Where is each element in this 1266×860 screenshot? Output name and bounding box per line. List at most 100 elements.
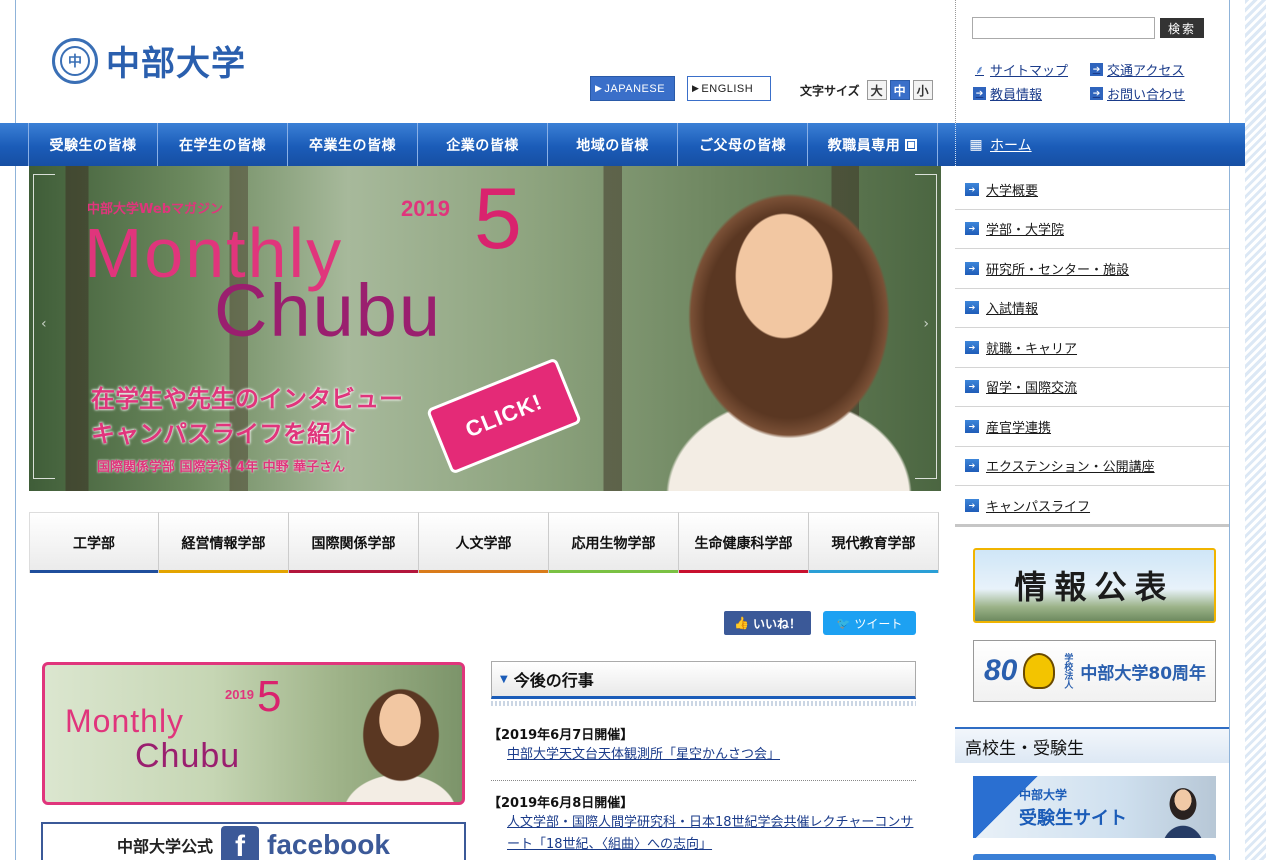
side-item-research[interactable]: ➔ 研究所・センター・施設 — [955, 249, 1229, 289]
facebook-icon: f — [221, 825, 260, 860]
mascot-icon — [1023, 653, 1056, 689]
arrow-right-icon: ➔ — [973, 87, 986, 100]
sitemap-link[interactable]: ⸙ サイトマップ — [973, 60, 1068, 79]
monthly-chubu-banner[interactable]: 2019 5 Monthly Chubu — [42, 662, 465, 805]
like-label: いいね！ — [752, 616, 801, 631]
exam-banner-line1: 中部大学 — [1019, 788, 1068, 802]
arrow-right-icon: ▶ — [595, 83, 603, 93]
faculty-health[interactable]: 生命健康科学部 — [679, 512, 809, 573]
hero-banner[interactable]: ‹ › 中部大学Webマガジン 2019 5 Monthly Chubu 在学生… — [29, 166, 941, 491]
event-separator — [491, 780, 916, 781]
faculty-label: 経営情報学部 — [181, 536, 266, 552]
side-item-campus-life[interactable]: ➔ キャンパスライフ — [955, 486, 1229, 526]
facebook-wordmark: facebook — [267, 828, 390, 860]
side-item-admissions[interactable]: ➔ 入試情報 — [955, 289, 1229, 328]
anniversary-number: 80 — [984, 654, 1018, 687]
side-item-faculties[interactable]: ➔ 学部・大学院 — [955, 210, 1229, 249]
font-size-small-button[interactable]: 小 — [912, 80, 933, 100]
university-crest-icon: 中 — [52, 37, 98, 84]
gnav-students[interactable]: 在学生の皆様 — [158, 123, 288, 166]
side-item-extension[interactable]: ➔ エクステンション・公開講座 — [955, 447, 1229, 486]
faculty-label: 人文学部 — [455, 536, 512, 552]
font-size-label: 文字サイズ — [800, 83, 860, 98]
gnav-parents[interactable]: ご父母の皆様 — [678, 123, 808, 166]
gnav-staff-label: 教職員専用 — [827, 137, 901, 154]
sitemap-icon: ⸙ — [974, 63, 984, 77]
side-item-career[interactable]: ➔ 就職・キャリア — [955, 328, 1229, 368]
events-title: 今後の行事 — [513, 671, 594, 690]
triangle-down-icon: ▼ — [500, 673, 508, 685]
home-label: ホーム — [990, 137, 1032, 154]
faculty-education[interactable]: 現代教育学部 — [809, 512, 939, 573]
hero-issue: 5 — [474, 171, 522, 267]
side-item-industry[interactable]: ➔ 産官学連携 — [955, 407, 1229, 447]
side-item-label: キャンパスライフ — [986, 500, 1091, 516]
twitter-bird-icon: 🐦 — [836, 616, 851, 630]
gnav-community[interactable]: 地域の皆様 — [548, 123, 678, 166]
gnav-companies[interactable]: 企業の皆様 — [418, 123, 548, 166]
faculty-bioscience[interactable]: 応用生物学部 — [549, 512, 679, 573]
access-link[interactable]: ➔ 交通アクセス — [1090, 60, 1184, 79]
facebook-like-button[interactable]: 👍 いいね！ — [724, 611, 811, 635]
font-size-medium-button[interactable]: 中 — [889, 80, 910, 100]
crest-center: 中 — [60, 45, 90, 76]
faculty-humanities[interactable]: 人文学部 — [419, 512, 549, 573]
university-logo[interactable]: 中 中部大学 — [52, 36, 246, 85]
search-input[interactable] — [972, 17, 1155, 39]
mini-issue: 5 — [257, 672, 282, 721]
tweet-button[interactable]: 🐦 ツイート — [823, 611, 916, 635]
facebook-banner[interactable]: 中部大学公式 f facebook — [41, 822, 466, 860]
faculty-color-bar — [159, 570, 288, 573]
chevron-left-icon[interactable]: ‹ — [41, 316, 47, 332]
faculty-engineering[interactable]: 工学部 — [29, 512, 159, 573]
event-link[interactable]: 中部大学天文台天体観測所「星空かんさつ会」 — [507, 744, 917, 766]
arrow-right-icon: ➔ — [965, 419, 979, 433]
faculty-color-bar — [679, 570, 808, 573]
arrow-right-icon: ➔ — [965, 222, 979, 236]
hero-catch-line1: 在学生や先生のインタビュー — [91, 384, 403, 413]
mini-title-line2: Chubu — [135, 737, 241, 775]
faculty-info-label: 教員情報 — [990, 88, 1043, 103]
faculty-color-bar — [30, 570, 158, 573]
side-item-overview[interactable]: ➔ 大学概要 — [955, 170, 1229, 210]
faculty-color-bar — [809, 570, 938, 573]
exam-site-banner[interactable]: 中部大学 受験生サイト — [973, 776, 1216, 838]
faculty-management[interactable]: 経営情報学部 — [159, 512, 289, 573]
font-size-large-button[interactable]: 大 — [866, 80, 887, 100]
anniversary-banner[interactable]: 80 学校法人 中部大学80周年 — [973, 640, 1216, 702]
faculty-label: 応用生物学部 — [571, 536, 656, 552]
faculty-info-link[interactable]: ➔ 教員情報 — [973, 84, 1042, 103]
gnav-staff[interactable]: 教職員専用 ■ — [808, 123, 938, 166]
events-header-stripe — [491, 701, 916, 706]
arrow-right-icon: ➔ — [965, 340, 979, 354]
next-banner-edge — [973, 854, 1216, 860]
global-nav: 受験生の皆様 在学生の皆様 卒業生の皆様 企業の皆様 地域の皆様 ご父母の皆様 … — [0, 123, 1245, 166]
arrow-right-icon: ➔ — [965, 182, 979, 196]
events-header: ▼ 今後の行事 — [491, 661, 916, 699]
contact-link[interactable]: ➔ お問い合わせ — [1090, 84, 1185, 103]
japanese-button[interactable]: ▶ JAPANESE — [590, 76, 675, 101]
header-divider — [955, 0, 956, 123]
side-item-label: 就職・キャリア — [986, 341, 1078, 357]
english-button[interactable]: ▶ ENGLISH — [687, 76, 771, 101]
hero-person-label: 国際関係学部 国際学科 4年 中野 華子さん — [97, 460, 346, 475]
gnav-home[interactable]: ▦ ホーム — [955, 123, 1230, 166]
section-heading-applicants: 高校生・受験生 — [955, 727, 1229, 763]
side-item-label: 研究所・センター・施設 — [986, 262, 1130, 278]
side-item-international[interactable]: ➔ 留学・国際交流 — [955, 368, 1229, 407]
faculty-color-bar — [289, 570, 418, 573]
hero-catch-line2: キャンパスライフを紹介 — [91, 419, 355, 448]
lock-icon: ■ — [905, 138, 918, 151]
anniversary-text: 中部大学80周年 — [1080, 663, 1207, 684]
mini-banner-photo — [335, 665, 462, 802]
exam-banner-line2: 受験生サイト — [1019, 808, 1127, 829]
search-button[interactable]: 検索 — [1160, 18, 1204, 38]
faculty-international[interactable]: 国際関係学部 — [289, 512, 419, 573]
gnav-alumni[interactable]: 卒業生の皆様 — [288, 123, 418, 166]
japanese-label: JAPANESE — [604, 82, 666, 95]
info-disclosure-banner[interactable]: 情報公表 — [973, 548, 1216, 623]
gnav-applicants[interactable]: 受験生の皆様 — [29, 123, 158, 166]
chevron-right-icon[interactable]: › — [923, 316, 929, 332]
hero-student-photo — [649, 166, 919, 491]
event-link[interactable]: 人文学部・国際人間学研究科・日本18世紀学会共催レクチャーコンサート「18世紀、… — [507, 812, 917, 856]
